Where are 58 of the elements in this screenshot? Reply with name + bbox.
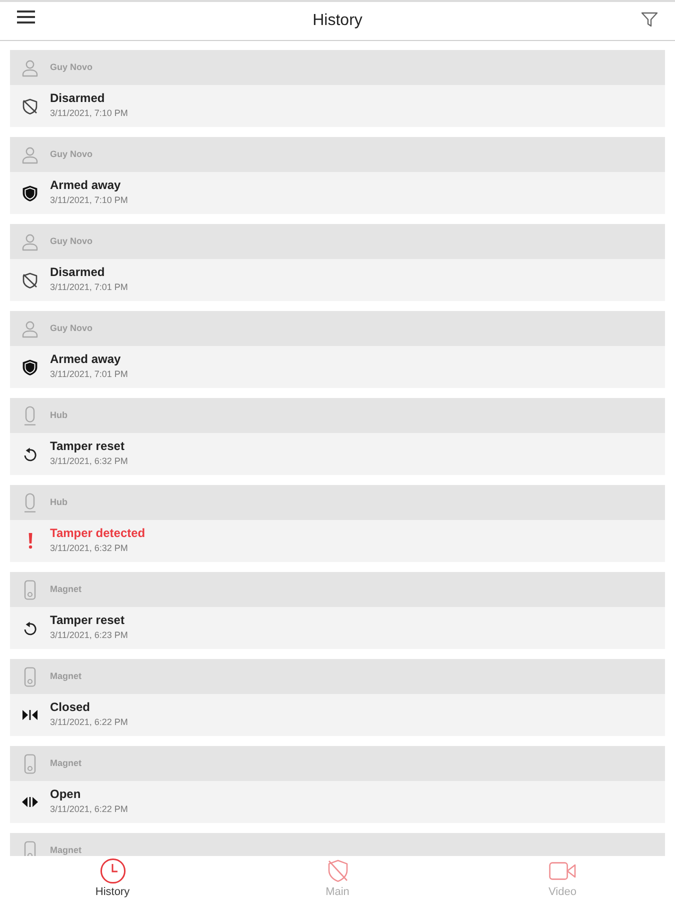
filter-button[interactable] (639, 10, 659, 28)
event-title: Tamper reset (50, 614, 126, 626)
arrows-outward-icon (22, 796, 38, 808)
page-title: History (312, 13, 362, 29)
person-icon (21, 320, 39, 338)
sensor-device-icon (24, 754, 36, 774)
source-name: Guy Novo (50, 60, 93, 74)
source-name: Magnet (50, 582, 82, 596)
event-time: 3/11/2021, 6:23 PM (50, 631, 128, 640)
menu-icon (16, 10, 36, 24)
event-title: Armed away (50, 353, 122, 365)
shield-slash-icon (326, 859, 348, 883)
menu-button[interactable] (16, 9, 36, 25)
event-title: Armed away (50, 179, 122, 191)
exclamation-icon (28, 533, 32, 549)
source-name: Hub (50, 496, 68, 509)
event-time: 3/11/2021, 6:32 PM (50, 457, 128, 466)
source-name: Magnet (50, 844, 82, 856)
nav-tab[interactable]: Video (450, 856, 675, 900)
hub-device-icon (24, 492, 36, 512)
arrows-inward-icon (22, 709, 38, 721)
nav-tab[interactable]: Main (225, 856, 450, 900)
reset-arrow-icon (23, 446, 37, 462)
source-name: Guy Novo (50, 234, 93, 248)
source-name: Magnet (50, 670, 82, 683)
shield-icon (22, 184, 38, 202)
source-name: Guy Novo (50, 322, 93, 335)
event-title: Disarmed (50, 266, 106, 278)
source-name: Magnet (50, 756, 82, 770)
event-time: 3/11/2021, 7:01 PM (50, 283, 128, 292)
reset-arrow-icon (23, 620, 37, 636)
event-time: 3/11/2021, 7:10 PM (50, 109, 128, 118)
hub-device-icon (24, 406, 36, 426)
person-icon (21, 58, 39, 76)
shield-slash-icon (22, 98, 38, 114)
source-name: Guy Novo (50, 148, 93, 161)
event-time: 3/11/2021, 6:22 PM (50, 805, 128, 814)
event-title: Closed (50, 701, 92, 713)
sensor-device-icon (24, 666, 36, 686)
video-camera-icon (549, 862, 576, 880)
nav-tab[interactable]: History (0, 856, 225, 900)
event-time: 3/11/2021, 6:32 PM (50, 544, 129, 553)
event-title: Tamper reset (50, 440, 126, 452)
sensor-device-icon (24, 840, 36, 856)
sensor-device-icon (24, 580, 36, 600)
event-title: Open (50, 788, 82, 800)
clock-icon (100, 858, 126, 884)
person-icon (21, 232, 39, 250)
event-time: 3/11/2021, 7:01 PM (50, 370, 128, 379)
event-time: 3/11/2021, 6:22 PM (50, 718, 128, 727)
source-name: Hub (50, 408, 68, 422)
shield-icon (22, 358, 38, 376)
filter-icon (640, 12, 658, 26)
event-title: Disarmed (50, 92, 106, 104)
event-title: Tamper detected (50, 527, 146, 539)
person-icon (21, 146, 39, 164)
shield-slash-icon (22, 272, 38, 288)
event-time: 3/11/2021, 7:10 PM (50, 196, 128, 205)
